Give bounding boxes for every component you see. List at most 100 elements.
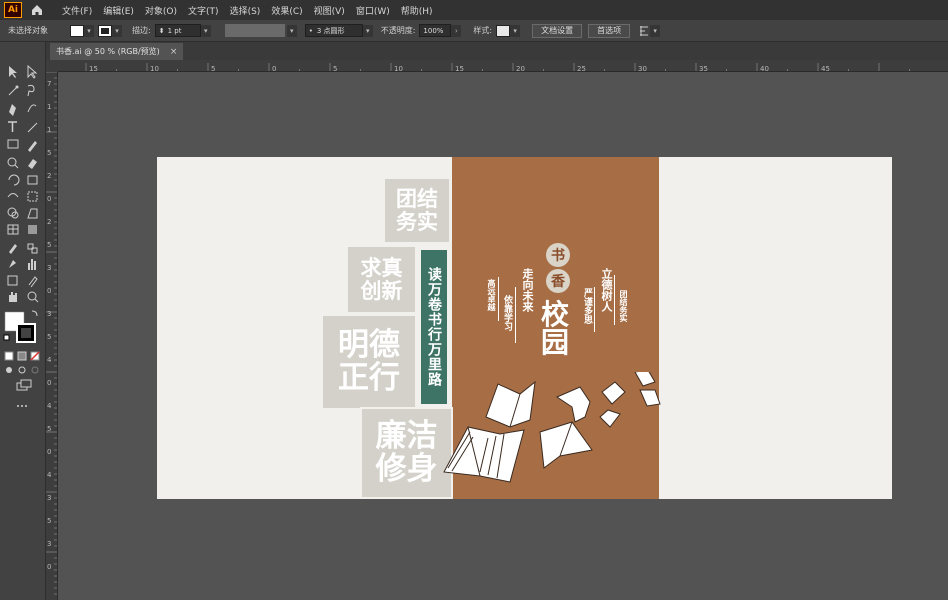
- motto-text: 廉洁: [375, 418, 438, 455]
- seal-shu: 书: [546, 243, 570, 267]
- divider-line: [498, 277, 499, 321]
- menu-view[interactable]: 视图(V): [314, 4, 345, 17]
- divider-line: [515, 287, 516, 343]
- ruler-label: 7: [47, 80, 51, 88]
- ruler-label: 0: [47, 379, 51, 387]
- opacity-dropdown[interactable]: ›: [451, 24, 462, 37]
- selection-status: 未选择对象: [8, 26, 48, 35]
- ruler-label: 10: [150, 65, 159, 72]
- document-tab-title: 书香.ai @ 50 % (RGB/预览): [56, 47, 160, 56]
- slogan-yanjin: 严谨多思: [582, 288, 592, 324]
- slogan-zouxiang: 走向未来: [521, 268, 534, 312]
- ruler-label: 5: [211, 65, 215, 72]
- ruler-label: 15: [455, 65, 464, 72]
- ruler-label: 25: [577, 65, 586, 72]
- ruler-label: 40: [760, 65, 769, 72]
- menu-object[interactable]: 对象(O): [145, 4, 177, 17]
- ruler-label: 2: [47, 172, 51, 180]
- motto-text: 创新: [360, 278, 403, 303]
- control-bar: 未选择对象 ▾ ▾ 描边: ⬍ 1 pt ▾ ▾ • 3 点圆形 ▾ 不透明度: 1…: [0, 20, 948, 42]
- ruler-label: 20: [516, 65, 525, 72]
- ruler-label: 3: [47, 540, 51, 548]
- document-setup-button[interactable]: 文档设置: [532, 23, 583, 38]
- ruler-label: 1: [47, 103, 51, 111]
- seal-xiang: 香: [546, 269, 570, 293]
- preferences-button[interactable]: 首选项: [588, 23, 631, 38]
- app-logo: Ai: [4, 2, 22, 18]
- ruler-label: 10: [394, 65, 403, 72]
- arrange-icon[interactable]: [638, 25, 650, 37]
- variable-width-profile[interactable]: [224, 24, 285, 37]
- document-tab-bar: 书香.ai @ 50 % (RGB/预览) ×: [46, 42, 948, 60]
- ruler-label: 5: [47, 149, 51, 157]
- ruler-label: 15: [89, 65, 98, 72]
- motto-text: 修身: [375, 451, 438, 487]
- graphic-style-swatch[interactable]: [496, 24, 511, 37]
- stroke-swatch[interactable]: [98, 24, 112, 37]
- ruler-label: 1: [47, 126, 51, 134]
- ruler-label: 5: [333, 65, 337, 72]
- menu-select[interactable]: 选择(S): [230, 4, 261, 17]
- horizontal-ruler-ticks: 15 10 5 0 5 10 15 20 25 30 35 40 45: [85, 63, 910, 72]
- ruler-label: 3: [47, 310, 51, 318]
- brush-dropdown[interactable]: ▾: [362, 24, 373, 37]
- ruler-label: 45: [821, 65, 830, 72]
- motto-text: 明德: [338, 327, 400, 364]
- more-dropdown[interactable]: ▾: [650, 24, 661, 37]
- ruler-label: 0: [47, 195, 51, 203]
- opacity-input[interactable]: 100%: [419, 24, 452, 37]
- motto-text: 务实: [396, 209, 438, 234]
- home-icon[interactable]: [30, 3, 44, 17]
- divider-line: [594, 287, 595, 332]
- ruler-label: 0: [272, 65, 276, 72]
- ruler-label: 5: [47, 241, 51, 249]
- profile-dropdown[interactable]: ▾: [286, 24, 297, 37]
- opacity-label: 不透明度:: [380, 26, 416, 35]
- menu-help[interactable]: 帮助(H): [401, 4, 433, 17]
- horizontal-ruler[interactable]: 15 10 5 0 5 10 15 20 25 30 35 40 45: [58, 60, 948, 72]
- artboard[interactable]: 团结 务实 求真 创新 明德 正行 廉洁 修身 读万卷书行万里路 书 香 校园 …: [157, 157, 892, 499]
- motto-text: 正行: [338, 360, 400, 396]
- menu-type[interactable]: 文字(T): [188, 4, 219, 17]
- stroke-weight-dropdown[interactable]: ▾: [200, 24, 211, 37]
- style-dropdown[interactable]: ▾: [510, 24, 521, 37]
- motto-block-virtue: 明德 正行: [321, 314, 417, 410]
- brush-definition[interactable]: • 3 点圆形: [304, 24, 363, 37]
- ruler-origin[interactable]: [46, 60, 58, 72]
- tool-icons: [3, 64, 40, 407]
- menu-edit[interactable]: 编辑(E): [103, 4, 134, 17]
- menu-file[interactable]: 文件(F): [62, 4, 92, 17]
- ruler-label: 30: [638, 65, 647, 72]
- ruler-label: 5: [47, 517, 51, 525]
- motto-text: 团结: [396, 187, 438, 212]
- slogan-gaoyuan: 高远卓越: [487, 279, 496, 311]
- motto-block-innovation: 求真 创新: [346, 245, 417, 314]
- slogan-yikao: 依靠学习: [502, 295, 512, 331]
- ruler-label: 5: [47, 425, 51, 433]
- title-xiaoyuan: 校园: [541, 298, 570, 359]
- close-tab-icon[interactable]: ×: [170, 47, 178, 57]
- stroke-weight-input[interactable]: ⬍ 1 pt: [154, 24, 201, 37]
- stroke-dropdown[interactable]: ▾: [112, 24, 122, 37]
- ruler-label: 4: [47, 356, 52, 364]
- ruler-label: 35: [699, 65, 708, 72]
- ruler-label: 5: [47, 333, 51, 341]
- ruler-label: 3: [47, 494, 51, 502]
- document-tab[interactable]: 书香.ai @ 50 % (RGB/预览) ×: [50, 43, 184, 60]
- fill-swatch[interactable]: [70, 24, 84, 37]
- motto-text: 求真: [360, 256, 403, 281]
- divider-line: [614, 275, 615, 325]
- ruler-label: 0: [47, 287, 51, 295]
- slogan-lide: 立德树人: [600, 268, 613, 312]
- menu-effect[interactable]: 效果(C): [271, 4, 302, 17]
- ruler-label: 3: [47, 264, 51, 272]
- vertical-ruler[interactable]: 7 1 1 5 2 0 2 5 3 0 3 5 4 0 4 5 0 4 3 5 3 0: [46, 72, 58, 600]
- slogan-tuanjie: 团结务实: [619, 290, 628, 322]
- motto-block-unity: 团结 务实: [383, 177, 451, 244]
- ruler-label: 4: [47, 471, 52, 479]
- tools-panel: [0, 42, 46, 600]
- ruler-label: 2: [47, 218, 51, 226]
- menu-window[interactable]: 窗口(W): [356, 4, 390, 17]
- fill-dropdown[interactable]: ▾: [84, 24, 94, 37]
- illustrator-window: Ai 文件(F) 编辑(E) 对象(O) 文字(T) 选择(S) 效果(C) 视…: [0, 0, 948, 600]
